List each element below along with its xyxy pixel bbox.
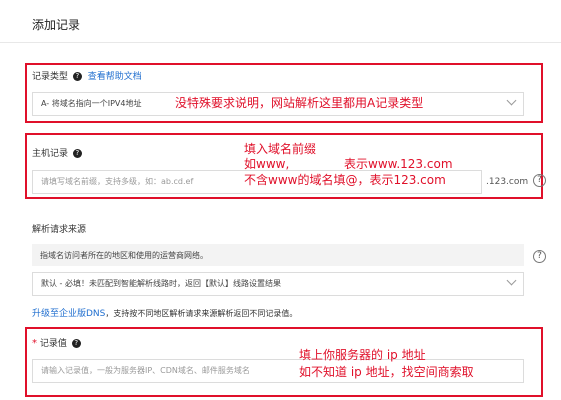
resolve-source-label: 解析请求来源 [32, 225, 87, 235]
record-type-annotation: 没特殊要求说明，网站解析这里都用A记录类型 [175, 96, 424, 110]
host-record-label: 主机记录 [32, 149, 69, 159]
host-annotation-line2b: 表示www.123.com [344, 157, 453, 171]
value-annotation-line1: 填上你服务器的 ip 地址 [299, 348, 426, 362]
upgrade-dns-link[interactable]: 升级至企业版DNS [32, 309, 105, 319]
record-type-label-row: 记录类型 ? 查看帮助文档 [32, 69, 142, 82]
record-value-label-row: * 记录值 ? [32, 336, 81, 349]
record-value-label: 记录值 [39, 339, 67, 349]
help-question-icon[interactable]: ? [72, 72, 82, 81]
host-annotation-line1: 填入域名前缀 [244, 142, 317, 156]
resolve-source-banner: 指域名访问者所在的地区和使用的运营商网络。 [32, 244, 524, 266]
help-circle-icon[interactable]: ? [533, 250, 546, 263]
upgrade-description: ，支持按不同地区解析请求来源解析返回不同记录值。 [105, 309, 298, 318]
record-value-placeholder: 请输入记录值，一般为服务器IP、CDN域名、邮件服务域名 [41, 366, 250, 375]
host-record-label-row: 主机记录 ? [32, 146, 82, 159]
upgrade-row: 升级至企业版DNS，支持按不同地区解析请求来源解析返回不同记录值。 [32, 306, 297, 319]
page-title: 添加记录 [32, 18, 81, 32]
help-question-icon[interactable]: ? [72, 149, 82, 158]
header-divider [0, 42, 561, 43]
record-type-select-value: A- 将域名指向一个IPV4地址 [41, 99, 142, 108]
help-doc-link[interactable]: 查看帮助文档 [88, 72, 142, 82]
chevron-down-icon [506, 95, 517, 106]
value-annotation-line2: 如不知道 ip 地址，找空间商索取 [299, 365, 474, 379]
chevron-down-icon [506, 275, 517, 286]
host-annotation-line2a: 如www, [244, 157, 290, 171]
record-type-label: 记录类型 [32, 72, 69, 82]
domain-suffix: .123.com [486, 177, 529, 187]
resolve-source-description: 指域名访问者所在的地区和使用的运营商网络。 [40, 251, 208, 260]
required-mark: * [32, 338, 37, 349]
resolve-line-select-value: 默认 - 必填！未匹配到智能解析线路时，返回【默认】线路设置结果 [41, 279, 281, 288]
help-circle-icon[interactable]: ? [533, 174, 546, 187]
help-question-icon[interactable]: ? [71, 339, 81, 348]
host-record-placeholder: 请填写域名前缀，支持多级，如：ab.cd.ef [41, 177, 194, 186]
resolve-line-select[interactable]: 默认 - 必填！未匹配到智能解析线路时，返回【默认】线路设置结果 [32, 272, 524, 296]
host-annotation-line3: 不含www的域名填@，表示123.com [244, 173, 446, 187]
